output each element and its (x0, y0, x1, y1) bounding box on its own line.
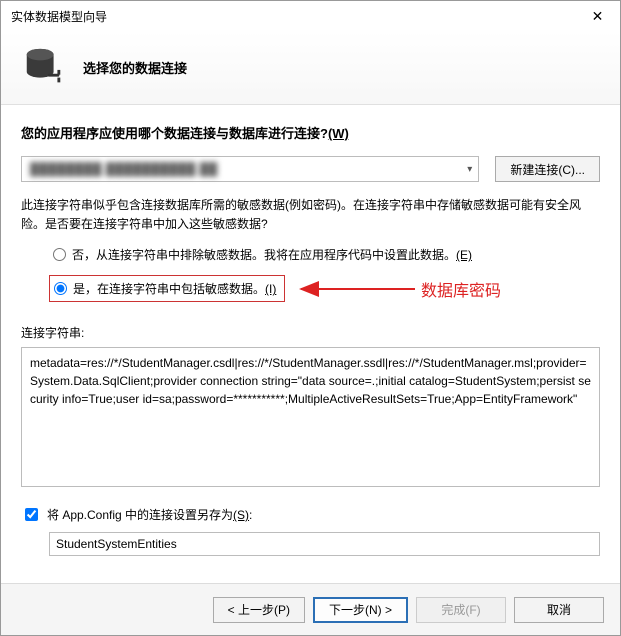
save-config-label: 将 App.Config 中的连接设置另存为(S): (47, 506, 252, 523)
next-button[interactable]: 下一步(N) > (313, 597, 408, 623)
new-connection-button[interactable]: 新建连接(C)... (495, 156, 600, 182)
chevron-down-icon: ▾ (467, 164, 472, 175)
annotation-arrow (297, 277, 417, 301)
radio-exclude-sensitive[interactable]: 否，从连接字符串中排除敏感数据。我将在应用程序代码中设置此数据。(E) (49, 244, 600, 265)
radio-include-sensitive[interactable]: 是，在连接字符串中包括敏感数据。(I) (49, 275, 285, 302)
sensitive-radio-group: 否，从连接字符串中排除敏感数据。我将在应用程序代码中设置此数据。(E) 是，在连… (49, 244, 600, 312)
new-connection-label: 新建连接(C)... (510, 161, 585, 178)
connection-dropdown[interactable]: ████████.██████████.██ ▾ (21, 156, 479, 182)
cancel-button[interactable]: 取消 (514, 597, 604, 623)
radio-include-label: 是，在连接字符串中包括敏感数据。(I) (73, 280, 276, 297)
question-accel: (W) (328, 126, 349, 141)
connstring-textarea[interactable]: metadata=res://*/StudentManager.csdl|res… (21, 347, 600, 487)
finish-button: 完成(F) (416, 597, 506, 623)
radio-exclude-label: 否，从连接字符串中排除敏感数据。我将在应用程序代码中设置此数据。(E) (72, 246, 472, 263)
wizard-footer: < 上一步(P) 下一步(N) > 完成(F) 取消 (1, 583, 620, 635)
radio-exclude-input[interactable] (53, 248, 66, 261)
database-icon (21, 45, 67, 91)
annotation-text: 数据库密码 (421, 277, 501, 301)
connection-question: 您的应用程序应使用哪个数据连接与数据库进行连接?(W) (21, 123, 600, 142)
question-text: 您的应用程序应使用哪个数据连接与数据库进行连接? (21, 126, 328, 141)
close-icon: ✕ (592, 8, 604, 25)
prev-button[interactable]: < 上一步(P) (213, 597, 305, 623)
close-button[interactable]: ✕ (575, 1, 620, 31)
connstring-value: metadata=res://*/StudentManager.csdl|res… (30, 356, 591, 406)
connstring-label: 连接字符串: (21, 324, 600, 341)
window-title: 实体数据模型向导 (11, 8, 107, 25)
content-area: 您的应用程序应使用哪个数据连接与数据库进行连接?(W) ████████.███… (1, 105, 620, 556)
titlebar: 实体数据模型向导 ✕ (1, 1, 620, 31)
radio-include-input[interactable] (54, 282, 67, 295)
connection-selected: ████████.██████████.██ (30, 162, 218, 176)
sensitive-explain: 此连接字符串似乎包含连接数据库所需的敏感数据(例如密码)。在连接字符串中存储敏感… (21, 196, 600, 234)
wizard-header: 选择您的数据连接 (1, 31, 620, 105)
settings-name-input[interactable] (49, 532, 600, 556)
save-config-checkbox[interactable] (25, 508, 38, 521)
save-config-checkbox-row[interactable]: 将 App.Config 中的连接设置另存为(S): (21, 505, 600, 524)
wizard-subtitle: 选择您的数据连接 (83, 58, 187, 77)
